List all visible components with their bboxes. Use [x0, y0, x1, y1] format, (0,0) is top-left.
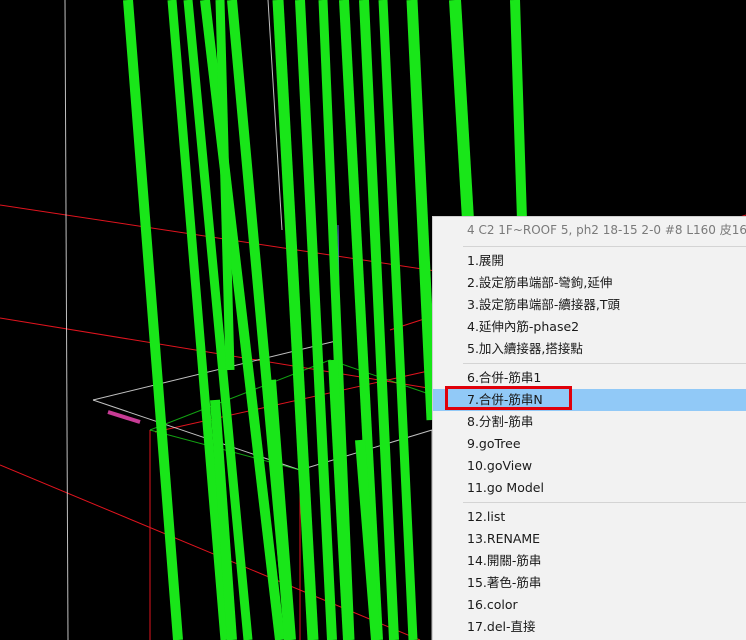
menu-item-go-view[interactable]: 10.goView — [433, 455, 746, 477]
menu-item-color[interactable]: 16.color — [433, 594, 746, 616]
menu-item-go-model[interactable]: 11.go Model — [433, 477, 746, 499]
menu-separator — [463, 246, 746, 247]
menu-item-toggle[interactable]: 14.開關-筋串 — [433, 550, 746, 572]
menu-item-set-coupler-thead[interactable]: 3.設定筋串端部-續接器,T頭 — [433, 294, 746, 316]
frame-line — [64, 0, 69, 640]
menu-item-set-hook-extend[interactable]: 2.設定筋串端部-彎鉤,延伸 — [433, 272, 746, 294]
menu-item-merge-n[interactable]: 7.合併-筋串N — [433, 386, 746, 411]
menu-item-list[interactable]: 12.list — [433, 506, 746, 528]
rebar-bar — [406, 0, 438, 421]
node-marker — [107, 410, 141, 424]
rebar-bar — [510, 0, 527, 221]
menu-item-rename[interactable]: 13.RENAME — [433, 528, 746, 550]
rebar-bar — [123, 0, 183, 640]
menu-separator — [463, 363, 746, 364]
highlight-box — [445, 386, 572, 410]
context-menu: 4 C2 1F~ROOF 5, ph2 18-15 2-0 #8 L160 皮1… — [432, 216, 746, 640]
menu-item-colorize[interactable]: 15.著色-筋串 — [433, 572, 746, 594]
rebar-bar — [449, 0, 474, 221]
menu-item-extend-inner-rebar[interactable]: 4.延伸內筋-phase2 — [433, 316, 746, 338]
menu-item-split[interactable]: 8.分割-筋串 — [433, 411, 746, 433]
menu-item-go-tree[interactable]: 9.goTree — [433, 433, 746, 455]
menu-item-delete-direct[interactable]: 17.del-直接 — [433, 616, 746, 638]
menu-separator — [463, 502, 746, 503]
menu-item-expand[interactable]: 1.展開 — [433, 250, 746, 272]
menu-item-add-coupler-lap[interactable]: 5.加入續接器,搭接點 — [433, 338, 746, 360]
menu-header: 4 C2 1F~ROOF 5, ph2 18-15 2-0 #8 L160 皮1… — [467, 223, 746, 237]
